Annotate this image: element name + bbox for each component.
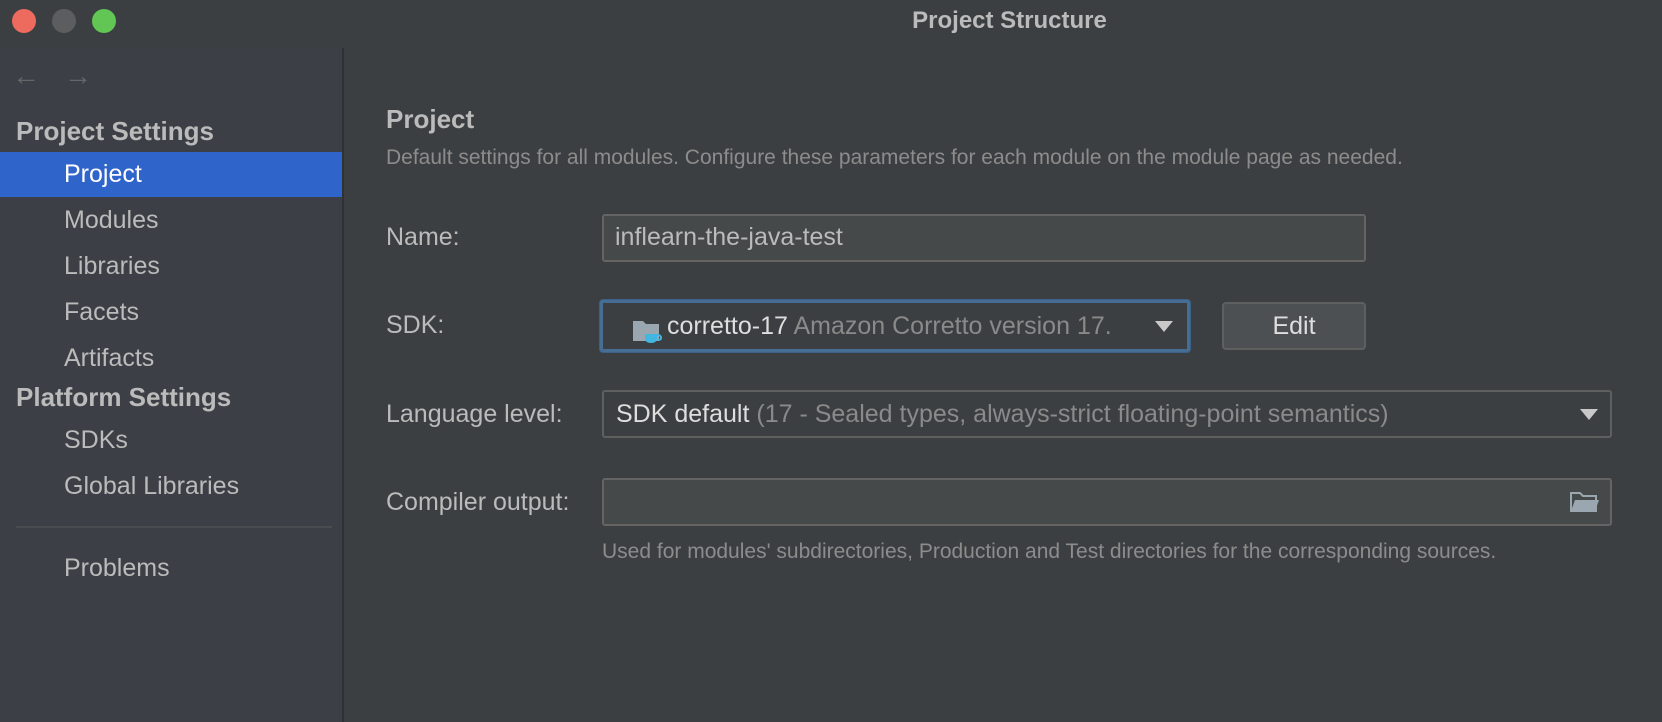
- sidebar-item-problems[interactable]: Problems: [0, 546, 342, 591]
- arrow-right-icon[interactable]: →: [64, 62, 98, 90]
- compiler-output-field[interactable]: [602, 478, 1612, 526]
- sidebar-item-libraries[interactable]: Libraries: [0, 244, 342, 289]
- name-label: Name:: [386, 223, 460, 251]
- window-title: Project Structure: [912, 7, 1107, 34]
- browse-folder-icon[interactable]: [1570, 490, 1600, 514]
- chevron-down-icon: [1155, 321, 1173, 332]
- sidebar-item-global-libraries[interactable]: Global Libraries: [0, 464, 342, 509]
- sidebar-item-artifacts[interactable]: Artifacts: [0, 336, 342, 381]
- sdk-label: SDK:: [386, 311, 445, 339]
- name-field[interactable]: inflearn-the-java-test: [602, 214, 1366, 262]
- page-description: Default settings for all modules. Config…: [386, 146, 1403, 169]
- compiler-output-hint: Used for modules' subdirectories, Produc…: [602, 540, 1497, 563]
- sdk-name: corretto-17: [667, 312, 788, 340]
- sdk-version: Amazon Corretto version 17.: [793, 312, 1112, 340]
- project-settings-header: Project Settings: [16, 116, 214, 146]
- main-panel: Project Default settings for all modules…: [346, 48, 1662, 722]
- title-bar: Project Structure: [0, 0, 1662, 38]
- sidebar: ← → Project Settings Project Modules Libr…: [0, 48, 344, 722]
- sidebar-item-sdks[interactable]: SDKs: [0, 418, 342, 463]
- compiler-output-label: Compiler output:: [386, 488, 570, 516]
- sdk-dropdown[interactable]: corretto-17 Amazon Corretto version 17.: [600, 300, 1190, 352]
- sidebar-item-modules[interactable]: Modules: [0, 198, 342, 243]
- edit-sdk-button[interactable]: Edit: [1222, 302, 1366, 350]
- arrow-left-icon[interactable]: ←: [12, 62, 46, 90]
- language-level-dropdown[interactable]: SDK default (17 - Sealed types, always-s…: [602, 390, 1612, 438]
- platform-settings-header: Platform Settings: [16, 382, 232, 412]
- page-title: Project: [386, 104, 475, 134]
- jdk-folder-icon: [631, 314, 665, 343]
- language-level-label: Language level:: [386, 400, 563, 428]
- sidebar-item-facets[interactable]: Facets: [0, 290, 342, 335]
- sidebar-item-project[interactable]: Project: [0, 152, 342, 197]
- language-level-value: SDK default: [616, 400, 750, 428]
- nav-arrows: ← →: [12, 62, 116, 90]
- language-level-detail: (17 - Sealed types, always-strict floati…: [756, 400, 1389, 428]
- chevron-down-icon: [1580, 409, 1598, 420]
- sidebar-divider: [16, 526, 332, 528]
